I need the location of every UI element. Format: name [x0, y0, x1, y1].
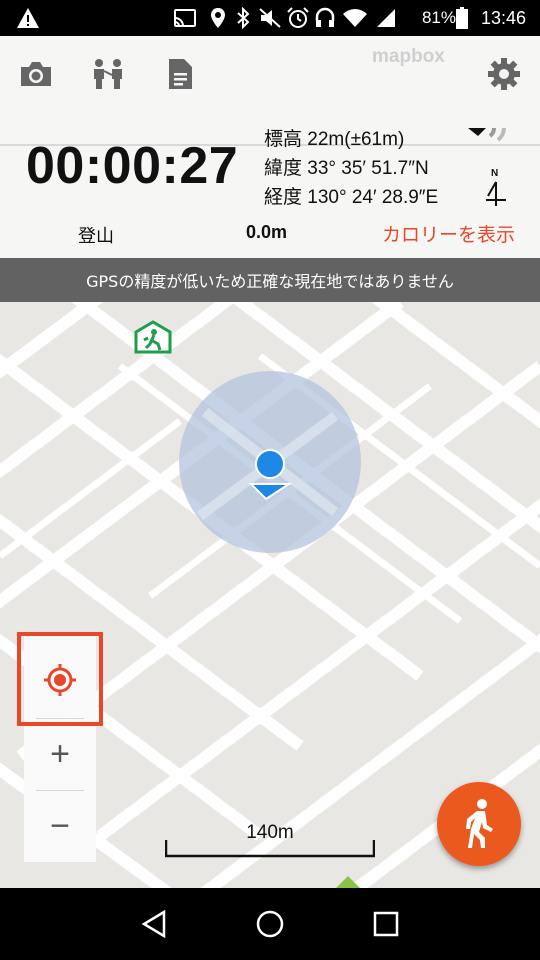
bluetooth-icon [236, 0, 250, 36]
camera-icon[interactable] [16, 54, 56, 94]
zoom-separator [36, 718, 84, 719]
people-icon[interactable] [88, 54, 128, 94]
gps-warning-text: GPSの精度が低いため正確な現在地ではありません [86, 272, 454, 291]
longitude-readout: 経度 130° 24′ 28.9″E [264, 187, 439, 208]
back-icon[interactable] [132, 902, 176, 946]
walking-person-icon [466, 799, 493, 848]
zoom-out-button[interactable]: − [24, 792, 96, 860]
recents-icon[interactable] [364, 902, 408, 946]
vibrate-off-icon [258, 0, 282, 36]
document-icon[interactable] [160, 54, 200, 94]
wifi-icon [342, 0, 368, 36]
location-icon [210, 0, 226, 36]
compass-icon[interactable] [484, 180, 508, 212]
locate-button[interactable] [24, 646, 96, 714]
compass-label: N [491, 168, 499, 179]
gps-accuracy-warning: GPSの精度が低いため正確な現在地ではありません [0, 258, 540, 302]
show-calories-link[interactable]: カロリーを表示 [382, 220, 515, 247]
exit-marker-icon[interactable] [134, 320, 172, 356]
distance-readout: 0.0m [246, 222, 288, 242]
altitude-readout: 標高 22m(±61m) [264, 129, 405, 150]
alarm-icon [286, 0, 310, 36]
map-scale-bar: 140m [165, 822, 375, 858]
clock: 13:46 [480, 7, 526, 28]
zoom-separator [36, 790, 84, 791]
cast-icon [174, 0, 196, 36]
latitude-readout: 緯度 33° 35′ 51.7″N [264, 158, 429, 179]
headset-icon [314, 0, 336, 36]
battery-icon [456, 0, 468, 36]
mapbox-attribution: mapbox [372, 46, 445, 67]
android-nav-bar [0, 888, 540, 960]
activity-mode: 登山 [78, 226, 114, 247]
gps-signal-icon [468, 124, 512, 152]
home-icon[interactable] [248, 902, 292, 946]
status-bar: 81% 13:46 [0, 0, 540, 36]
activity-fab-button[interactable] [437, 782, 521, 866]
zoom-in-button[interactable]: + [24, 720, 96, 788]
battery-percent: 81% [421, 8, 456, 27]
signal-icon [376, 0, 396, 36]
map-zoom-controls: + − [24, 634, 96, 862]
gear-icon[interactable] [484, 54, 524, 94]
locate-icon [44, 664, 76, 696]
warning-icon [16, 0, 40, 36]
elapsed-timer: 00:00:27 [26, 137, 239, 195]
